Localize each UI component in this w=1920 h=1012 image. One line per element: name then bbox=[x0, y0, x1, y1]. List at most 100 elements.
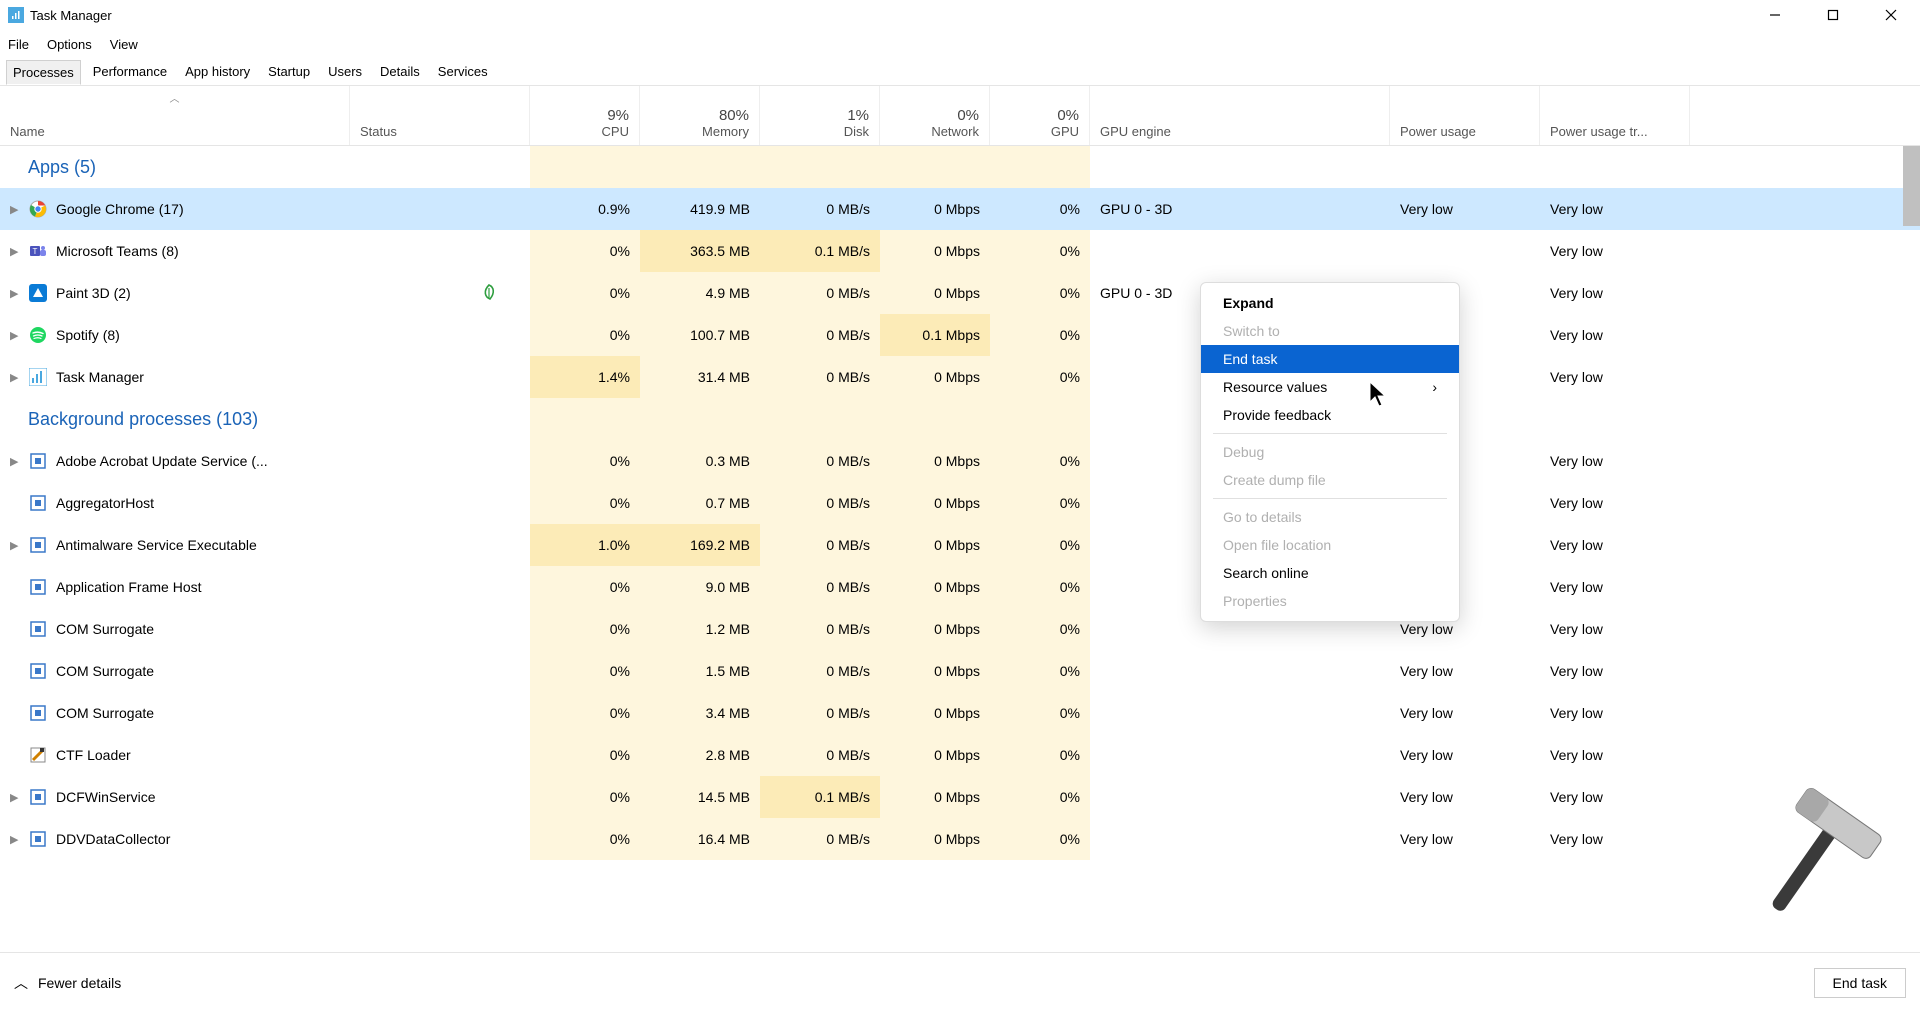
task-manager-icon bbox=[8, 7, 24, 23]
row-ctf[interactable]: CTF Loader0%2.8 MB0 MB/s0 Mbps0%Very low… bbox=[0, 734, 1920, 776]
teams-icon: T bbox=[28, 241, 48, 261]
expand-icon[interactable]: ▶ bbox=[10, 455, 28, 468]
menu-file[interactable]: File bbox=[8, 37, 29, 52]
col-power-usage-trend[interactable]: Power usage tr... bbox=[1540, 86, 1690, 145]
table-body: Apps (5) ▶ Google Chrome (17) 0.9% 419.9… bbox=[0, 146, 1920, 952]
hammer-watermark-icon bbox=[1730, 772, 1900, 942]
task-manager-icon bbox=[28, 367, 48, 387]
expand-icon[interactable]: ▶ bbox=[10, 539, 28, 552]
group-background[interactable]: Background processes (103) bbox=[0, 398, 1920, 440]
generic-process-icon bbox=[28, 451, 48, 471]
row-agg[interactable]: AggregatorHost0%0.7 MB0 MB/s0 Mbps0%Very… bbox=[0, 482, 1920, 524]
close-button[interactable] bbox=[1862, 0, 1920, 30]
ctx-go-to-details: Go to details bbox=[1201, 503, 1459, 531]
process-name: COM Surrogate bbox=[56, 705, 154, 721]
ctx-search-online[interactable]: Search online bbox=[1201, 559, 1459, 587]
col-status[interactable]: Status bbox=[350, 86, 530, 145]
row-com3[interactable]: COM Surrogate0%3.4 MB0 MB/s0 Mbps0%Very … bbox=[0, 692, 1920, 734]
context-menu: Expand Switch to End task Resource value… bbox=[1200, 282, 1460, 622]
generic-process-icon bbox=[28, 703, 48, 723]
ctx-open-file-location: Open file location bbox=[1201, 531, 1459, 559]
chevron-up-icon: ︿ bbox=[14, 973, 28, 993]
ctx-provide-feedback[interactable]: Provide feedback bbox=[1201, 401, 1459, 429]
maximize-button[interactable] bbox=[1804, 0, 1862, 30]
col-cpu[interactable]: 9%CPU bbox=[530, 86, 640, 145]
ctx-switch-to: Switch to bbox=[1201, 317, 1459, 345]
leaf-status-icon bbox=[480, 283, 499, 302]
tab-details[interactable]: Details bbox=[374, 60, 426, 83]
row-com1[interactable]: COM Surrogate0%1.2 MB0 MB/s0 Mbps0%Very … bbox=[0, 608, 1920, 650]
tab-users[interactable]: Users bbox=[322, 60, 368, 83]
process-name: Application Frame Host bbox=[56, 579, 202, 595]
process-name: Google Chrome (17) bbox=[56, 201, 184, 217]
generic-process-icon bbox=[28, 745, 48, 765]
expand-icon[interactable]: ▶ bbox=[10, 371, 28, 384]
col-gpu-engine[interactable]: GPU engine bbox=[1090, 86, 1390, 145]
menu-options[interactable]: Options bbox=[47, 37, 92, 52]
row-microsoft-teams[interactable]: ▶ T Microsoft Teams (8) 0% 363.5 MB 0.1 … bbox=[0, 230, 1920, 272]
ctx-end-task[interactable]: End task bbox=[1201, 345, 1459, 373]
process-name: Adobe Acrobat Update Service (... bbox=[56, 453, 268, 469]
tab-performance[interactable]: Performance bbox=[87, 60, 173, 83]
process-name: COM Surrogate bbox=[56, 663, 154, 679]
vertical-scrollbar-thumb[interactable] bbox=[1903, 146, 1920, 226]
process-name: Paint 3D (2) bbox=[56, 285, 131, 301]
mouse-cursor-icon bbox=[1368, 380, 1388, 408]
tab-strip: Processes Performance App history Startu… bbox=[0, 58, 1920, 86]
window-title: Task Manager bbox=[30, 8, 112, 23]
fewer-details-button[interactable]: ︿ Fewer details bbox=[14, 973, 121, 993]
table-header: ︿ Name Status 9%CPU 80%Memory 1%Disk 0%N… bbox=[0, 86, 1920, 146]
generic-process-icon bbox=[28, 661, 48, 681]
generic-process-icon bbox=[28, 619, 48, 639]
ctx-expand[interactable]: Expand bbox=[1201, 289, 1459, 317]
process-name: Microsoft Teams (8) bbox=[56, 243, 179, 259]
ctx-resource-values[interactable]: Resource values› bbox=[1201, 373, 1459, 401]
row-task-manager[interactable]: ▶ Task Manager 1.4% 31.4 MB 0 MB/s 0 Mbp… bbox=[0, 356, 1920, 398]
row-adobe[interactable]: ▶Adobe Acrobat Update Service (...0%0.3 … bbox=[0, 440, 1920, 482]
process-name: COM Surrogate bbox=[56, 621, 154, 637]
process-name: Spotify (8) bbox=[56, 327, 120, 343]
title-bar: Task Manager bbox=[0, 0, 1920, 30]
expand-icon[interactable]: ▶ bbox=[10, 329, 28, 342]
chrome-icon bbox=[28, 199, 48, 219]
tab-app-history[interactable]: App history bbox=[179, 60, 256, 83]
expand-icon[interactable]: ▶ bbox=[10, 245, 28, 258]
row-dcfw[interactable]: ▶DCFWinService0%14.5 MB0.1 MB/s0 Mbps0%V… bbox=[0, 776, 1920, 818]
tab-processes[interactable]: Processes bbox=[6, 60, 81, 85]
generic-process-icon bbox=[28, 829, 48, 849]
row-google-chrome[interactable]: ▶ Google Chrome (17) 0.9% 419.9 MB 0 MB/… bbox=[0, 188, 1920, 230]
end-task-button[interactable]: End task bbox=[1814, 968, 1906, 998]
tab-services[interactable]: Services bbox=[432, 60, 494, 83]
row-paint-3d[interactable]: ▶ Paint 3D (2) 0% 4.9 MB 0 MB/s 0 Mbps 0… bbox=[0, 272, 1920, 314]
tab-startup[interactable]: Startup bbox=[262, 60, 316, 83]
ctx-properties: Properties bbox=[1201, 587, 1459, 615]
expand-icon[interactable]: ▶ bbox=[10, 791, 28, 804]
col-power-usage[interactable]: Power usage bbox=[1390, 86, 1540, 145]
ctx-create-dump: Create dump file bbox=[1201, 466, 1459, 494]
ctx-separator bbox=[1213, 433, 1447, 434]
expand-icon[interactable]: ▶ bbox=[10, 833, 28, 846]
col-gpu[interactable]: 0%GPU bbox=[990, 86, 1090, 145]
row-ddv[interactable]: ▶DDVDataCollector0%16.4 MB0 MB/s0 Mbps0%… bbox=[0, 818, 1920, 860]
row-com2[interactable]: COM Surrogate0%1.5 MB0 MB/s0 Mbps0%Very … bbox=[0, 650, 1920, 692]
minimize-button[interactable] bbox=[1746, 0, 1804, 30]
process-name: Task Manager bbox=[56, 369, 144, 385]
expand-icon[interactable]: ▶ bbox=[10, 203, 28, 216]
spotify-icon bbox=[28, 325, 48, 345]
col-disk[interactable]: 1%Disk bbox=[760, 86, 880, 145]
row-antim[interactable]: ▶Antimalware Service Executable1.0%169.2… bbox=[0, 524, 1920, 566]
col-network[interactable]: 0%Network bbox=[880, 86, 990, 145]
bottom-bar: ︿ Fewer details End task bbox=[0, 952, 1920, 1012]
chevron-right-icon: › bbox=[1432, 379, 1437, 395]
row-spotify[interactable]: ▶ Spotify (8) 0% 100.7 MB 0 MB/s 0.1 Mbp… bbox=[0, 314, 1920, 356]
col-memory[interactable]: 80%Memory bbox=[640, 86, 760, 145]
col-name[interactable]: ︿ Name bbox=[0, 86, 350, 145]
process-name: AggregatorHost bbox=[56, 495, 154, 511]
row-afh[interactable]: Application Frame Host0%9.0 MB0 MB/s0 Mb… bbox=[0, 566, 1920, 608]
menu-view[interactable]: View bbox=[110, 37, 138, 52]
sort-caret-icon: ︿ bbox=[170, 90, 180, 105]
group-apps[interactable]: Apps (5) bbox=[0, 146, 1920, 188]
generic-process-icon bbox=[28, 577, 48, 597]
expand-icon[interactable]: ▶ bbox=[10, 287, 28, 300]
ctx-debug: Debug bbox=[1201, 438, 1459, 466]
